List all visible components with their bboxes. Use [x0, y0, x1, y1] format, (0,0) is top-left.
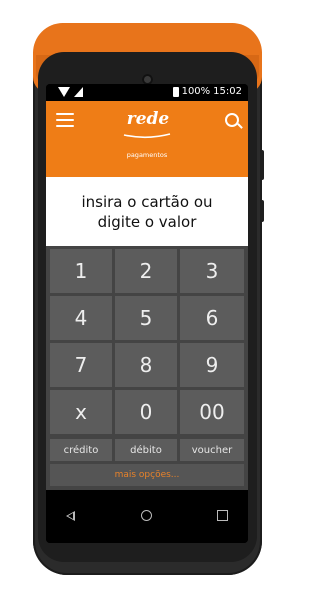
brand-logo: rede — [126, 109, 170, 129]
status-bar: 100% 15:02 — [46, 84, 248, 101]
numeric-keypad: 1 2 3 4 5 6 7 8 9 x 0 00 — [46, 246, 248, 437]
power-button — [260, 200, 264, 222]
key-00[interactable]: 00 — [180, 390, 244, 434]
key-4[interactable]: 4 — [50, 296, 112, 340]
status-right: 100% 15:02 — [172, 86, 242, 97]
key-7[interactable]: 7 — [50, 343, 112, 387]
status-icons — [58, 87, 83, 97]
key-clear[interactable]: x — [50, 390, 112, 434]
key-8[interactable]: 8 — [115, 343, 177, 387]
voucher-button[interactable]: voucher — [180, 439, 244, 461]
debit-button[interactable]: débito — [115, 439, 177, 461]
volume-button — [260, 150, 264, 180]
key-6[interactable]: 6 — [180, 296, 244, 340]
back-icon[interactable] — [66, 511, 75, 521]
battery-percent: 100% — [181, 86, 211, 97]
device-screen: 100% 15:02 rede pagamentos insira o cart… — [46, 84, 248, 543]
signal-icon — [74, 87, 83, 97]
search-icon[interactable] — [225, 113, 239, 127]
more-options-button[interactable]: mais opções... — [50, 464, 244, 486]
prompt-panel: insira o cartão ou digite o valor — [46, 177, 248, 246]
wifi-icon — [58, 87, 70, 97]
recent-apps-icon[interactable] — [217, 510, 228, 521]
battery-icon — [172, 86, 179, 97]
key-1[interactable]: 1 — [50, 249, 112, 293]
status-time: 15:02 — [213, 86, 242, 97]
page-label: pagamentos — [126, 151, 168, 159]
key-3[interactable]: 3 — [180, 249, 244, 293]
navigation-bar — [46, 490, 248, 543]
key-2[interactable]: 2 — [115, 249, 177, 293]
key-0[interactable]: 0 — [115, 390, 177, 434]
home-icon[interactable] — [141, 510, 152, 521]
credit-button[interactable]: crédito — [50, 439, 112, 461]
key-5[interactable]: 5 — [115, 296, 177, 340]
menu-icon[interactable] — [56, 113, 74, 127]
prompt-text: insira o cartão ou digite o valor — [81, 192, 213, 231]
payment-type-bar: crédito débito voucher mais opções... — [46, 437, 248, 490]
app-header: rede pagamentos — [46, 101, 248, 177]
key-9[interactable]: 9 — [180, 343, 244, 387]
brand-logo-swoosh — [123, 133, 171, 139]
